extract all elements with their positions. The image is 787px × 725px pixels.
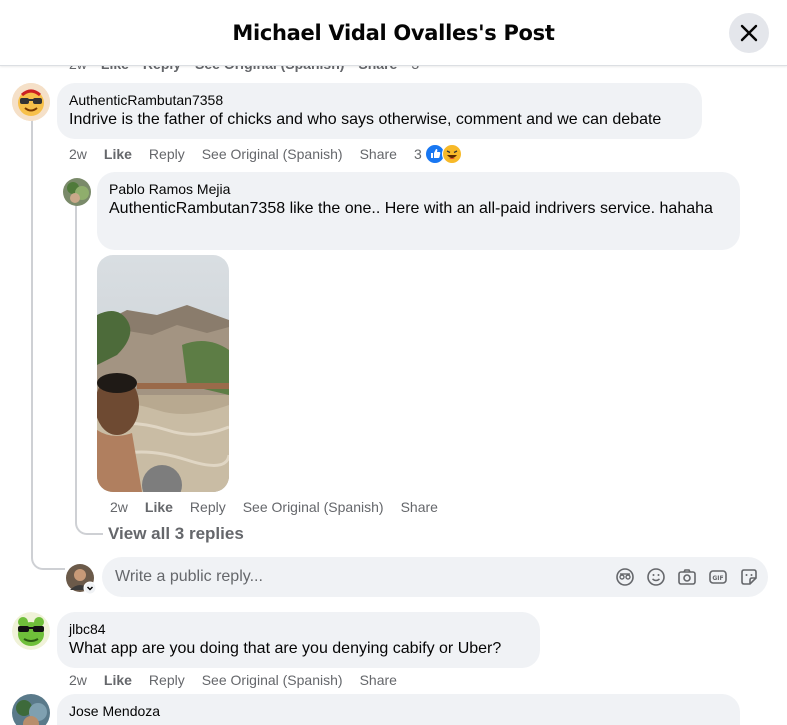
reactions[interactable]: 3 — [414, 144, 462, 164]
see-original-link[interactable]: See Original (Spanish) — [243, 499, 384, 515]
close-button[interactable] — [729, 13, 769, 53]
view-all-replies-link[interactable]: View all 3 replies — [108, 524, 244, 544]
time-label[interactable]: 2w — [110, 499, 128, 515]
river-selfie-image — [97, 255, 229, 492]
reply-input[interactable]: Write a public reply... GIF — [102, 557, 768, 597]
current-user-avatar[interactable] — [66, 564, 97, 595]
avatar-sticker-icon — [66, 564, 97, 595]
comment-text: What app are you doing that are you deny… — [69, 640, 502, 657]
frog-sunglasses-icon — [12, 612, 50, 650]
see-original-link[interactable]: See Original (Spanish) — [202, 672, 343, 688]
reply-toolbar: GIF — [614, 566, 760, 588]
haha-reaction-icon — [441, 144, 462, 164]
share-link[interactable]: Share — [360, 672, 397, 688]
comment-actions: 2w Like Reply See Original (Spanish) Sha… — [69, 670, 414, 690]
avatar[interactable] — [12, 83, 50, 121]
time-label[interactable]: 2w — [69, 146, 87, 162]
svg-text:GIF: GIF — [712, 575, 723, 582]
comment-actions: 2w Like Reply See Original (Spanish) Sha… — [110, 497, 455, 517]
reply-link[interactable]: Reply — [149, 672, 185, 688]
reply-link[interactable]: Reply — [190, 499, 226, 515]
avatar-sticker-icon[interactable] — [614, 566, 636, 588]
comment-actions: 2w Like Reply See Original (Spanish) Sha… — [69, 144, 462, 164]
comment-bubble: Pablo Ramos Mejia AuthenticRambutan7358 … — [97, 172, 740, 250]
like-link[interactable]: Like — [145, 499, 173, 515]
share-link[interactable]: Share — [401, 499, 438, 515]
comment-author[interactable]: Jose Mendoza — [69, 702, 728, 720]
reply-link[interactable]: Reply — [149, 146, 185, 162]
see-original-link[interactable]: See Original (Spanish) — [202, 146, 343, 162]
comment-bubble: jlbc84 What app are you doing that are y… — [57, 612, 540, 668]
reply-placeholder: Write a public reply... — [115, 568, 263, 585]
avatar[interactable] — [63, 178, 91, 206]
comment-author[interactable]: AuthenticRambutan7358 — [69, 91, 690, 109]
comments-panel: 2w Like Reply See Original (Spanish) Sha… — [0, 0, 787, 725]
close-icon — [740, 24, 758, 42]
camera-icon[interactable] — [676, 566, 698, 588]
like-link[interactable]: Like — [104, 672, 132, 688]
avatar[interactable] — [12, 694, 50, 725]
profile-photo-icon — [63, 178, 91, 206]
page-title: Michael Vidal Ovalles's Post — [232, 20, 555, 45]
time-label[interactable]: 2w — [69, 672, 87, 688]
sunglasses-emoji-icon — [12, 83, 50, 121]
comment-author[interactable]: jlbc84 — [69, 620, 528, 638]
profile-photo-icon — [12, 694, 50, 725]
like-link[interactable]: Like — [104, 146, 132, 162]
post-header: Michael Vidal Ovalles's Post — [0, 0, 787, 66]
share-link[interactable]: Share — [360, 146, 397, 162]
comment-text: AuthenticRambutan7358 like the one.. Her… — [109, 200, 713, 217]
comment-bubble: AuthenticRambutan7358 Indrive is the fat… — [57, 83, 702, 139]
emoji-icon[interactable] — [645, 566, 667, 588]
gif-icon[interactable]: GIF — [707, 566, 729, 588]
reaction-count: 3 — [413, 146, 422, 162]
comment-author[interactable]: Pablo Ramos Mejia — [109, 180, 728, 198]
avatar[interactable] — [12, 612, 50, 650]
comment-bubble: Jose Mendoza — [57, 694, 740, 725]
sticker-icon[interactable] — [738, 566, 760, 588]
thread-line — [31, 120, 65, 570]
comment-photo[interactable] — [97, 255, 229, 492]
comment-text: Indrive is the father of chicks and who … — [69, 111, 662, 128]
